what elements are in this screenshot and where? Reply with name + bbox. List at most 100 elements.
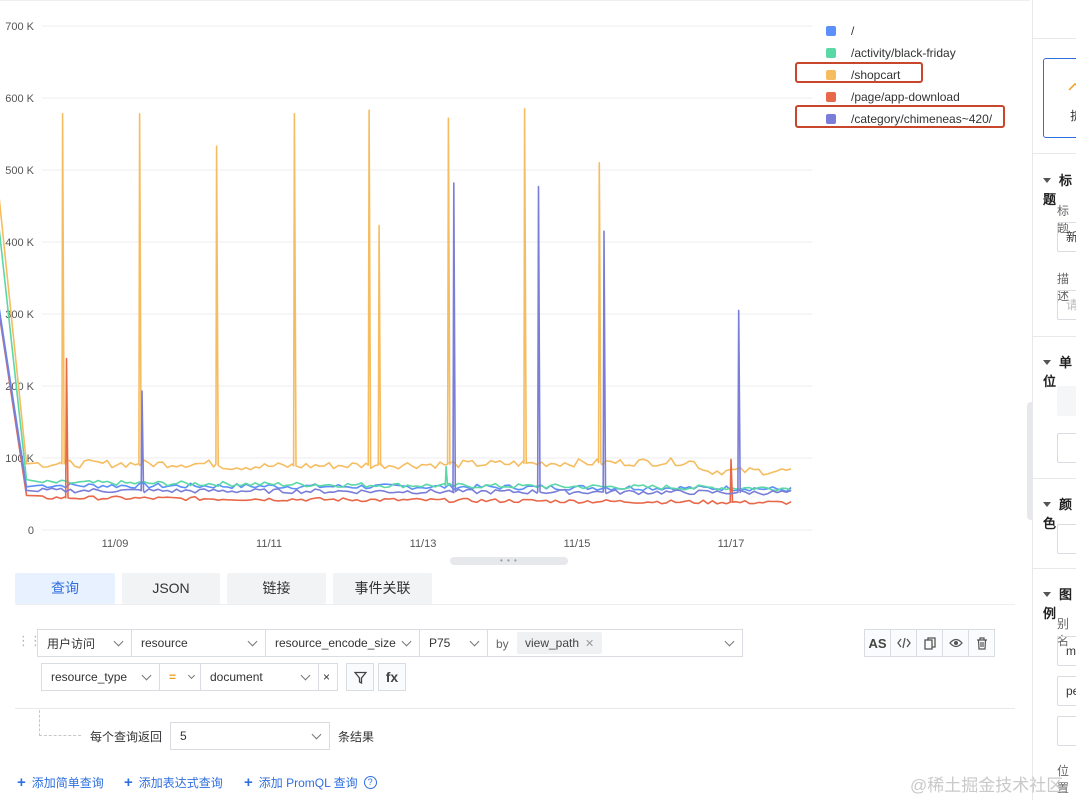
add-expression-query-link[interactable]: + 添加表达式查询	[124, 774, 223, 791]
filter-value-text: document	[210, 670, 263, 684]
add-promql-query-link[interactable]: + 添加 PromQL 查询?	[244, 774, 377, 791]
chart-type-label: 折	[1070, 107, 1076, 124]
measurement-select[interactable]: resource	[131, 629, 266, 657]
chevron-down-icon	[187, 671, 196, 680]
filter-operator-select[interactable]: =	[159, 663, 201, 691]
x-tick-label: 11/11	[256, 538, 282, 550]
delete-icon[interactable]	[968, 629, 995, 657]
section-unit-header[interactable]: 单位	[1043, 352, 1076, 390]
legend-item[interactable]: /	[826, 20, 992, 42]
chevron-down-icon	[311, 729, 322, 740]
filter-icon[interactable]	[346, 663, 374, 691]
field-select[interactable]: resource_encode_size	[265, 629, 420, 657]
x-tick-label: 11/09	[102, 538, 129, 550]
tab-query[interactable]: 查询	[15, 573, 115, 604]
source-select-value: 用户访问	[47, 636, 96, 651]
query-actions: AS	[864, 629, 995, 657]
chevron-down-icon	[724, 636, 735, 647]
series-line-4	[0, 182, 792, 496]
title-input[interactable]: 新	[1057, 222, 1076, 252]
measurement-select-value: resource	[141, 636, 188, 650]
y-tick-label: 0	[28, 525, 34, 537]
limit-suffix-label: 条结果	[338, 730, 375, 744]
eye-icon[interactable]	[942, 629, 969, 657]
group-tag[interactable]: view_path ✕	[517, 632, 603, 654]
description-input[interactable]: 请	[1057, 290, 1076, 320]
legend-swatch	[826, 26, 836, 36]
chart-type-card[interactable]: 折	[1043, 58, 1076, 138]
chevron-down-icon	[401, 636, 412, 647]
y-tick-label: 500 K	[5, 165, 34, 177]
chevron-down-icon	[300, 670, 311, 681]
aggregate-select-value: P75	[429, 636, 451, 650]
add-simple-query-link[interactable]: + 添加简单查询	[17, 774, 104, 791]
legend-label: /	[851, 24, 855, 38]
tabs-divider	[15, 604, 1015, 605]
y-tick-label: 600 K	[5, 93, 34, 105]
alias-input-2[interactable]: pe	[1057, 676, 1076, 706]
chart-panel: 0 100 K 200 K 300 K 400 K 500 K 600 K 700 K 11/0…	[0, 0, 1030, 560]
panel-divider	[1033, 336, 1076, 337]
x-tick-label: 11/13	[410, 538, 437, 550]
caret-down-icon	[1043, 360, 1051, 365]
alias-add-box[interactable]	[1057, 716, 1076, 746]
help-icon[interactable]: ?	[363, 776, 377, 789]
highlight-box-shopcart	[795, 62, 923, 83]
tree-connector	[39, 710, 81, 736]
series-line-0	[0, 308, 792, 493]
source-select[interactable]: 用户访问	[37, 629, 132, 657]
chevron-down-icon	[141, 670, 152, 681]
panel-divider	[1033, 38, 1076, 39]
alias-button[interactable]: AS	[864, 629, 891, 657]
highlight-box-chimeneas	[795, 105, 1005, 128]
filter-remove-button[interactable]: ×	[318, 663, 338, 691]
x-tick-label: 11/15	[564, 538, 591, 550]
x-tick-label: 11/17	[718, 538, 745, 550]
tab-event-link[interactable]: 事件关联	[333, 573, 432, 604]
group-tag-label: view_path	[525, 636, 580, 650]
by-label: by	[496, 637, 509, 651]
close-icon[interactable]: ✕	[585, 637, 594, 650]
limit-select[interactable]: 5	[170, 722, 330, 750]
copy-icon[interactable]	[916, 629, 943, 657]
y-tick-label: 700 K	[5, 21, 34, 33]
add-expression-query-label: 添加表达式查询	[138, 776, 223, 790]
add-promql-query-label: 添加 PromQL 查询	[258, 776, 358, 790]
y-tick-label: 400 K	[5, 237, 34, 249]
legend-label: /activity/black-friday	[851, 46, 956, 60]
legend-swatch	[826, 92, 836, 102]
plus-icon: +	[124, 774, 133, 791]
filter-field-value: resource_type	[51, 670, 128, 684]
caret-down-icon	[1043, 178, 1051, 183]
color-add-box[interactable]	[1057, 524, 1076, 554]
horizontal-resize-handle[interactable]: • • •	[450, 557, 568, 565]
caret-down-icon	[1043, 592, 1051, 597]
query-divider	[15, 708, 1015, 709]
panel-divider	[1033, 478, 1076, 479]
series-line-2	[0, 108, 792, 476]
settings-panel: 折 标题 标题 新 描述 请 单位 颜色 图例 别名 m pe 位置	[1032, 0, 1076, 800]
panel-divider	[1033, 568, 1076, 569]
panel-divider	[1033, 153, 1076, 154]
function-button[interactable]: fx	[378, 663, 406, 691]
limit-select-value: 5	[180, 729, 187, 743]
unit-box[interactable]	[1057, 386, 1076, 416]
legend-label: /page/app-download	[851, 90, 960, 104]
tab-json[interactable]: JSON	[122, 573, 220, 604]
code-icon[interactable]	[890, 629, 917, 657]
filter-value-select[interactable]: document	[200, 663, 319, 691]
field-select-value: resource_encode_size	[275, 636, 396, 650]
aggregate-select[interactable]: P75	[419, 629, 488, 657]
filter-field-select[interactable]: resource_type	[41, 663, 160, 691]
unit-add-box[interactable]	[1057, 433, 1076, 463]
caret-down-icon	[1043, 502, 1051, 507]
chevron-down-icon	[113, 636, 124, 647]
app-root: 0 100 K 200 K 300 K 400 K 500 K 600 K 700 K 11/0…	[0, 0, 1076, 800]
limit-prefix-label: 每个查询返回	[90, 730, 163, 744]
legend-item[interactable]: /activity/black-friday	[826, 42, 992, 64]
plus-icon: +	[17, 774, 26, 791]
filter-operator-value: =	[169, 670, 177, 684]
plus-icon: +	[244, 774, 253, 791]
alias-input-1[interactable]: m	[1057, 636, 1076, 666]
tab-link[interactable]: 链接	[227, 573, 326, 604]
